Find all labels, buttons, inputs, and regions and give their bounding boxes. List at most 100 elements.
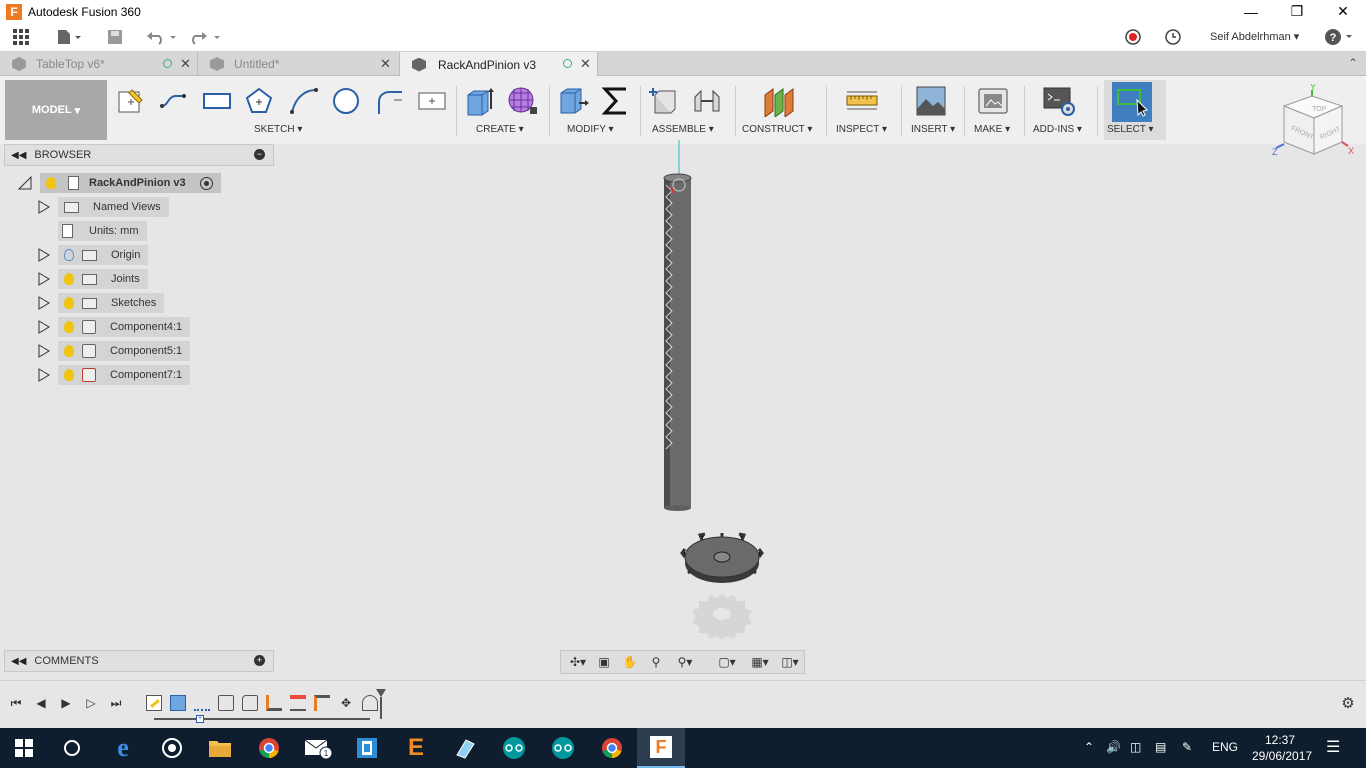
timeline-settings-gear-icon[interactable]: ⚙	[1340, 695, 1356, 712]
tab-untitled[interactable]: Untitled* ✕	[198, 52, 400, 76]
joint-feature-icon[interactable]	[266, 695, 282, 711]
scripts-addins-icon[interactable]	[1042, 84, 1076, 118]
component-feature-icon[interactable]	[242, 695, 258, 711]
compute-all-sigma-icon[interactable]	[598, 84, 632, 118]
viewcube[interactable]: Y TOP FRONT RIGHT Z X	[1272, 82, 1358, 170]
step-forward-icon[interactable]: ▷	[83, 695, 99, 711]
user-menu[interactable]: Seif Abdelrhman ▾	[1210, 30, 1299, 43]
sketch-feature-icon[interactable]	[146, 695, 162, 711]
help-icon[interactable]: ?	[1322, 27, 1356, 47]
insert-image-icon[interactable]	[914, 84, 948, 118]
network-icon[interactable]: ▤	[1155, 740, 1166, 754]
expand-triangle-icon[interactable]	[38, 368, 50, 382]
timeline-marker[interactable]	[376, 689, 386, 719]
addins-menu[interactable]: ADD-INS ▾	[1033, 124, 1082, 135]
tree-item-component4[interactable]: Component4:1	[38, 317, 191, 337]
modify-menu[interactable]: MODIFY ▾	[567, 124, 614, 135]
ground-feature-icon[interactable]	[290, 695, 306, 711]
expanded-triangle-icon[interactable]	[18, 176, 32, 190]
show-hidden-icons-icon[interactable]: ⌃	[1084, 740, 1094, 754]
save-icon[interactable]	[105, 27, 125, 47]
construct-menu[interactable]: CONSTRUCT ▾	[742, 124, 812, 135]
arduino-icon[interactable]	[539, 728, 587, 768]
tree-item-origin[interactable]: Origin	[38, 245, 149, 265]
start-button[interactable]	[0, 728, 48, 768]
collapse-comments-icon[interactable]: ◀◀	[11, 656, 26, 667]
comments-panel-header[interactable]: ◀◀ COMMENTS +	[4, 650, 274, 672]
job-status-clock-icon[interactable]	[1163, 27, 1183, 47]
mail-icon[interactable]: 1	[294, 728, 342, 768]
hidden-bulb-icon[interactable]	[64, 249, 74, 261]
chrome-icon[interactable]	[588, 728, 636, 768]
volume-icon[interactable]: 🔊	[1106, 740, 1121, 754]
pinion-gear[interactable]	[680, 532, 764, 583]
offset-plane-icon[interactable]	[761, 84, 795, 118]
pan-hand-icon[interactable]: ✋	[621, 654, 639, 670]
display-settings-icon[interactable]: ▢▾	[713, 654, 741, 670]
inspect-menu[interactable]: INSPECT ▾	[836, 124, 887, 135]
expand-triangle-icon[interactable]	[38, 320, 50, 334]
cortana-icon[interactable]	[48, 728, 96, 768]
chrome-icon[interactable]	[245, 728, 293, 768]
create-sketch-icon[interactable]	[114, 84, 148, 118]
action-center-icon[interactable]: ☰	[1326, 737, 1340, 757]
go-to-end-icon[interactable]: ⏭	[108, 695, 124, 711]
3d-print-icon[interactable]	[976, 84, 1010, 118]
timeline-group-marker[interactable]: +	[196, 715, 204, 723]
grid-settings-icon[interactable]: ▦▾	[747, 654, 773, 670]
activate-radio-icon[interactable]	[199, 176, 213, 190]
visibility-bulb-icon[interactable]	[64, 297, 74, 309]
fusion360-taskbar-icon[interactable]: F	[637, 728, 685, 768]
arduino-icon[interactable]	[490, 728, 538, 768]
expand-triangle-icon[interactable]	[38, 296, 50, 310]
make-menu[interactable]: MAKE ▾	[974, 124, 1010, 135]
sketch-dimension-icon[interactable]	[415, 84, 449, 118]
measure-icon[interactable]	[845, 84, 879, 118]
step-back-icon[interactable]: ◀	[33, 695, 49, 711]
new-component-icon[interactable]	[646, 84, 680, 118]
expand-triangle-icon[interactable]	[38, 344, 50, 358]
orbit-icon[interactable]: ✣▾	[565, 654, 591, 670]
select-window-icon[interactable]	[1112, 82, 1152, 122]
visibility-bulb-icon[interactable]	[64, 273, 74, 285]
collapse-browser-icon[interactable]: ◀◀	[11, 150, 26, 161]
expand-triangle-icon[interactable]	[38, 248, 50, 262]
edge-browser-icon[interactable]: e	[99, 728, 147, 768]
expand-triangle-icon[interactable]	[38, 200, 50, 214]
line-tool-icon[interactable]	[157, 84, 191, 118]
look-at-icon[interactable]: ▣	[595, 654, 613, 670]
viewports-icon[interactable]: ◫▾	[777, 654, 803, 670]
steam-icon[interactable]	[148, 728, 196, 768]
eagle-app-icon[interactable]: E	[392, 728, 440, 768]
joint-feature-icon[interactable]	[314, 695, 330, 711]
fillet-tool-icon[interactable]	[372, 84, 406, 118]
tree-item-component7[interactable]: Component7:1	[38, 365, 191, 385]
browser-minus-icon[interactable]: −	[254, 149, 265, 160]
collapse-tabs-icon[interactable]: ⌃	[1348, 56, 1358, 70]
visibility-bulb-icon[interactable]	[64, 345, 74, 357]
press-pull-icon[interactable]	[556, 84, 590, 118]
tree-item-component5[interactable]: Component5:1	[38, 341, 191, 361]
viewcube-top-face[interactable]: TOP	[1312, 106, 1327, 113]
rectangle-tool-icon[interactable]	[200, 84, 234, 118]
extrude-feature-icon[interactable]	[170, 695, 186, 711]
close-tab-icon[interactable]: ✕	[380, 56, 391, 72]
extrude-icon[interactable]	[463, 84, 497, 118]
close-tab-icon[interactable]: ✕	[580, 56, 591, 72]
tab-rackandpinion[interactable]: RackAndPinion v3 ✕	[400, 52, 598, 77]
play-icon[interactable]: ▶	[58, 695, 74, 711]
add-comment-icon[interactable]: +	[254, 655, 265, 666]
power-icon[interactable]: ◫	[1130, 740, 1141, 754]
undo-icon[interactable]	[144, 27, 178, 47]
sketch-menu[interactable]: SKETCH ▾	[254, 124, 302, 135]
component-feature-icon[interactable]	[218, 695, 234, 711]
go-to-start-icon[interactable]: ⏮	[8, 695, 24, 711]
workspace-mode-button[interactable]: MODEL ▾	[5, 80, 107, 140]
close-button[interactable]: ✕	[1320, 0, 1366, 23]
fit-zoom-icon[interactable]: ⚲▾	[671, 654, 699, 670]
assemble-menu[interactable]: ASSEMBLE ▾	[652, 124, 714, 135]
close-tab-icon[interactable]: ✕	[180, 56, 191, 72]
sketchbook-app-icon[interactable]	[441, 728, 489, 768]
joint-icon[interactable]	[690, 84, 724, 118]
polygon-tool-icon[interactable]	[242, 84, 276, 118]
